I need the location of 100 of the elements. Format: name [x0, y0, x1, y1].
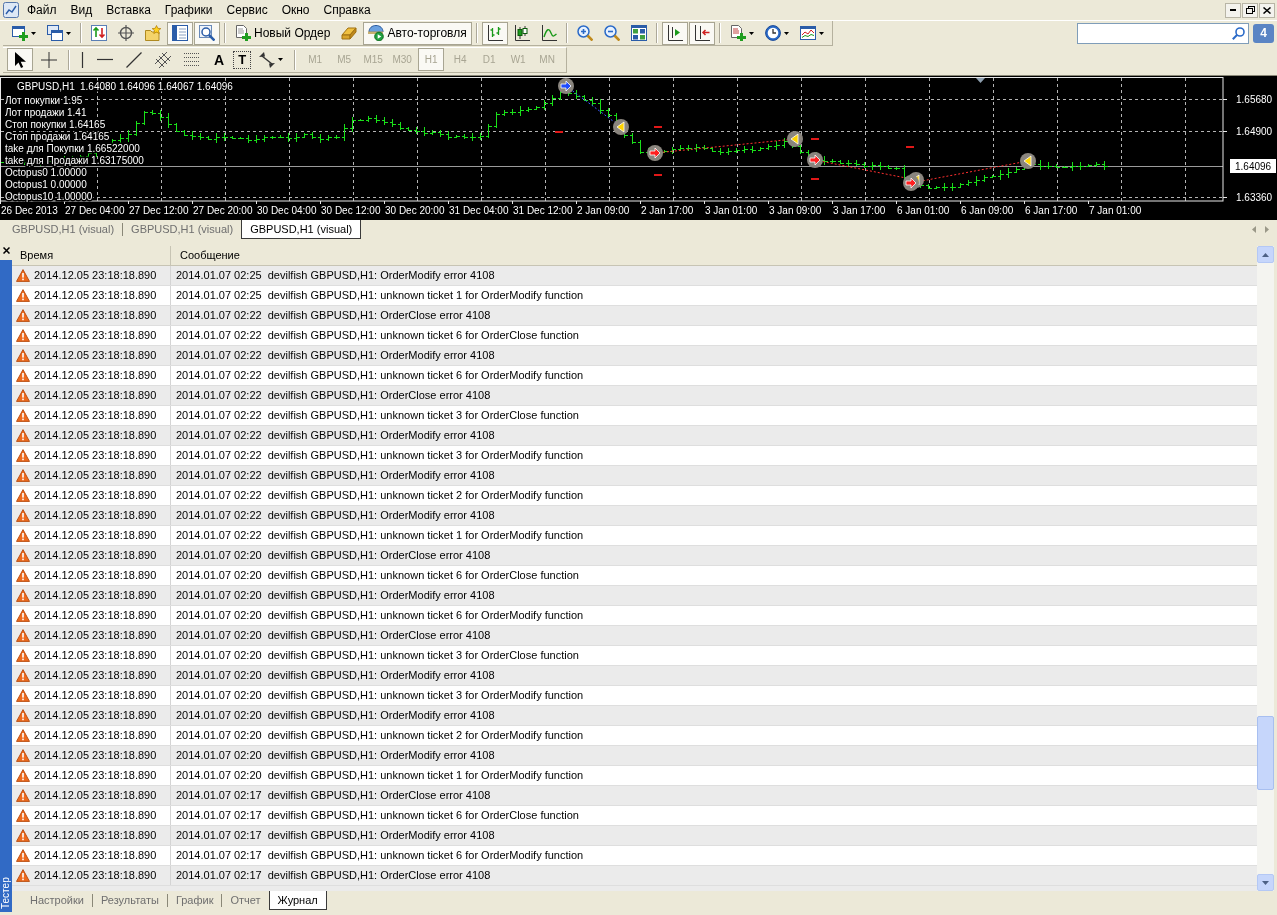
- down-triangle-icon[interactable]: [976, 78, 985, 83]
- toolbar-button[interactable]: [7, 48, 33, 71]
- panel-title-tab[interactable]: Тестер: [0, 260, 12, 912]
- log-time: 2014.12.05 23:18:18.890: [34, 548, 157, 564]
- time-axis-label: 30 Dec 04:00: [257, 204, 317, 216]
- close-button[interactable]: [1259, 2, 1275, 18]
- log-time: 2014.12.05 23:18:18.890: [34, 748, 157, 764]
- toolbar-button[interactable]: [194, 21, 220, 45]
- log-time: 2014.12.05 23:18:18.890: [34, 508, 157, 524]
- up-arrow-icon: [1262, 252, 1269, 257]
- time-axis-label: 31 Dec 12:00: [513, 204, 573, 216]
- time-axis-label: 6 Jan 09:00: [961, 204, 1014, 216]
- search-field[interactable]: [1077, 23, 1249, 44]
- chart-comment: Лот продажи 1.41: [5, 106, 87, 118]
- diagonal-line-icon: [126, 51, 142, 68]
- tab[interactable]: Настройки: [22, 891, 92, 910]
- time-axis-label: 6 Jan 01:00: [897, 204, 950, 216]
- tab[interactable]: График: [167, 891, 222, 910]
- column-header[interactable]: Время: [12, 246, 171, 265]
- level-dash-icon: [654, 126, 662, 128]
- tab[interactable]: Отчет: [222, 891, 269, 910]
- log-time: 2014.12.05 23:18:18.890: [34, 688, 157, 704]
- time-axis-label: 30 Dec 12:00: [321, 204, 381, 216]
- menu-item[interactable]: Файл: [20, 0, 64, 20]
- warning-icon: [16, 629, 30, 642]
- level-dash-icon: [654, 174, 662, 176]
- chart-comment: Лот покупки 1.95: [5, 94, 83, 106]
- log-time: 2014.12.05 23:18:18.890: [34, 368, 157, 384]
- log-message: 2014.01.07 02:22 devilfish GBPUSD,H1: unknown ticket 3 for OrderModify function: [175, 448, 584, 464]
- price-axis-label: 1.64900: [1236, 126, 1273, 137]
- log-message: 2014.01.07 02:22 devilfish GBPUSD,H1: unknown ticket 6 for OrderClose function: [175, 328, 579, 344]
- log-message: 2014.01.07 02:22 devilfish GBPUSD,H1: OrderClose error 4108: [175, 388, 491, 404]
- log-time: 2014.12.05 23:18:18.890: [34, 568, 157, 584]
- close-icon[interactable]: [2, 247, 10, 254]
- crosshair-icon: [118, 25, 134, 41]
- magnifier-window-icon: [199, 25, 215, 41]
- scroll-down-button[interactable]: [1257, 874, 1274, 891]
- axes-arrow-icon: [693, 25, 710, 41]
- menu-item[interactable]: Графики: [157, 0, 220, 20]
- menu-item[interactable]: Окно: [274, 0, 317, 20]
- auto-trading-button[interactable]: Авто-торговля: [363, 21, 472, 45]
- level-dash-icon: [811, 178, 819, 180]
- warning-icon: [16, 849, 30, 862]
- restore-button[interactable]: [1242, 2, 1258, 18]
- tile-windows-icon: [630, 25, 647, 41]
- warning-icon: [16, 869, 30, 882]
- time-axis-label: 27 Dec 12:00: [129, 204, 189, 216]
- chart-window-icon: [799, 25, 816, 41]
- warning-icon: [16, 669, 30, 682]
- chart-comment: Стоп продажи 1.64165: [5, 130, 110, 142]
- chart-symbol: GBPUSD,H1: [17, 80, 75, 92]
- warning-icon: [16, 609, 30, 622]
- tab[interactable]: Результаты: [92, 891, 167, 910]
- price-axis-label: 1.65680: [1236, 94, 1273, 105]
- toolbar-button[interactable]: [661, 21, 688, 45]
- new-order-button[interactable]: Новый Ордер: [230, 21, 336, 45]
- toolbar-button[interactable]: [688, 21, 715, 45]
- log-message: 2014.01.07 02:25 devilfish GBPUSD,H1: OrderModify error 4108: [175, 268, 495, 284]
- warning-icon: [16, 829, 30, 842]
- right-arrow-marker-icon: [558, 78, 574, 94]
- scrollbar-thumb[interactable]: [1257, 716, 1274, 790]
- messages-button[interactable]: 4: [1253, 24, 1274, 43]
- text-tool-button[interactable]: A: [208, 48, 231, 71]
- level-dash-icon: [906, 146, 914, 148]
- caret-icon: [748, 31, 754, 35]
- restore-icon: [1245, 6, 1255, 14]
- log-message: 2014.01.07 02:22 devilfish GBPUSD,H1: OrderClose error 4108: [175, 308, 491, 324]
- menu-item[interactable]: Вставка: [99, 0, 158, 20]
- text-label-button[interactable]: T: [233, 50, 252, 69]
- document-plus-icon: [235, 25, 251, 41]
- tab[interactable]: GBPUSD,H1 (visual): [241, 220, 362, 239]
- candlestick-icon: [513, 25, 530, 41]
- log-message: 2014.01.07 02:22 devilfish GBPUSD,H1: unknown ticket 2 for OrderModify function: [175, 488, 584, 504]
- log-time: 2014.12.05 23:18:18.890: [34, 328, 157, 344]
- log-time: 2014.12.05 23:18:18.890: [34, 728, 157, 744]
- log-time: 2014.12.05 23:18:18.890: [34, 768, 157, 784]
- log-message: 2014.01.07 02:17 devilfish GBPUSD,H1: unknown ticket 6 for OrderClose function: [175, 808, 579, 824]
- warning-icon: [16, 809, 30, 822]
- column-header[interactable]: Сообщение: [171, 246, 1257, 265]
- log-time: 2014.12.05 23:18:18.890: [34, 388, 157, 404]
- tab[interactable]: GBPUSD,H1 (visual): [4, 220, 123, 239]
- menu-item[interactable]: Справка: [316, 0, 378, 20]
- log-message: 2014.01.07 02:20 devilfish GBPUSD,H1: OrderClose error 4108: [175, 548, 491, 564]
- time-axis-label: 7 Jan 01:00: [1089, 204, 1142, 216]
- warning-icon: [16, 729, 30, 742]
- left-arrow-marker-icon: [613, 119, 629, 135]
- scroll-up-button[interactable]: [1257, 246, 1274, 263]
- warning-icon: [16, 789, 30, 802]
- menu-item[interactable]: Вид: [63, 0, 100, 20]
- warning-icon: [16, 589, 30, 602]
- menu-item[interactable]: Сервис: [219, 0, 275, 20]
- minimize-button[interactable]: [1225, 2, 1241, 18]
- axes-play-icon: [666, 25, 683, 41]
- warning-icon: [16, 689, 30, 702]
- toolbar-button[interactable]: [481, 21, 508, 45]
- minimize-icon: [1230, 9, 1236, 11]
- tab[interactable]: Журнал: [268, 891, 327, 910]
- tab[interactable]: GBPUSD,H1 (visual): [123, 220, 242, 239]
- warning-icon: [16, 649, 30, 662]
- toolbar-button[interactable]: [167, 21, 193, 45]
